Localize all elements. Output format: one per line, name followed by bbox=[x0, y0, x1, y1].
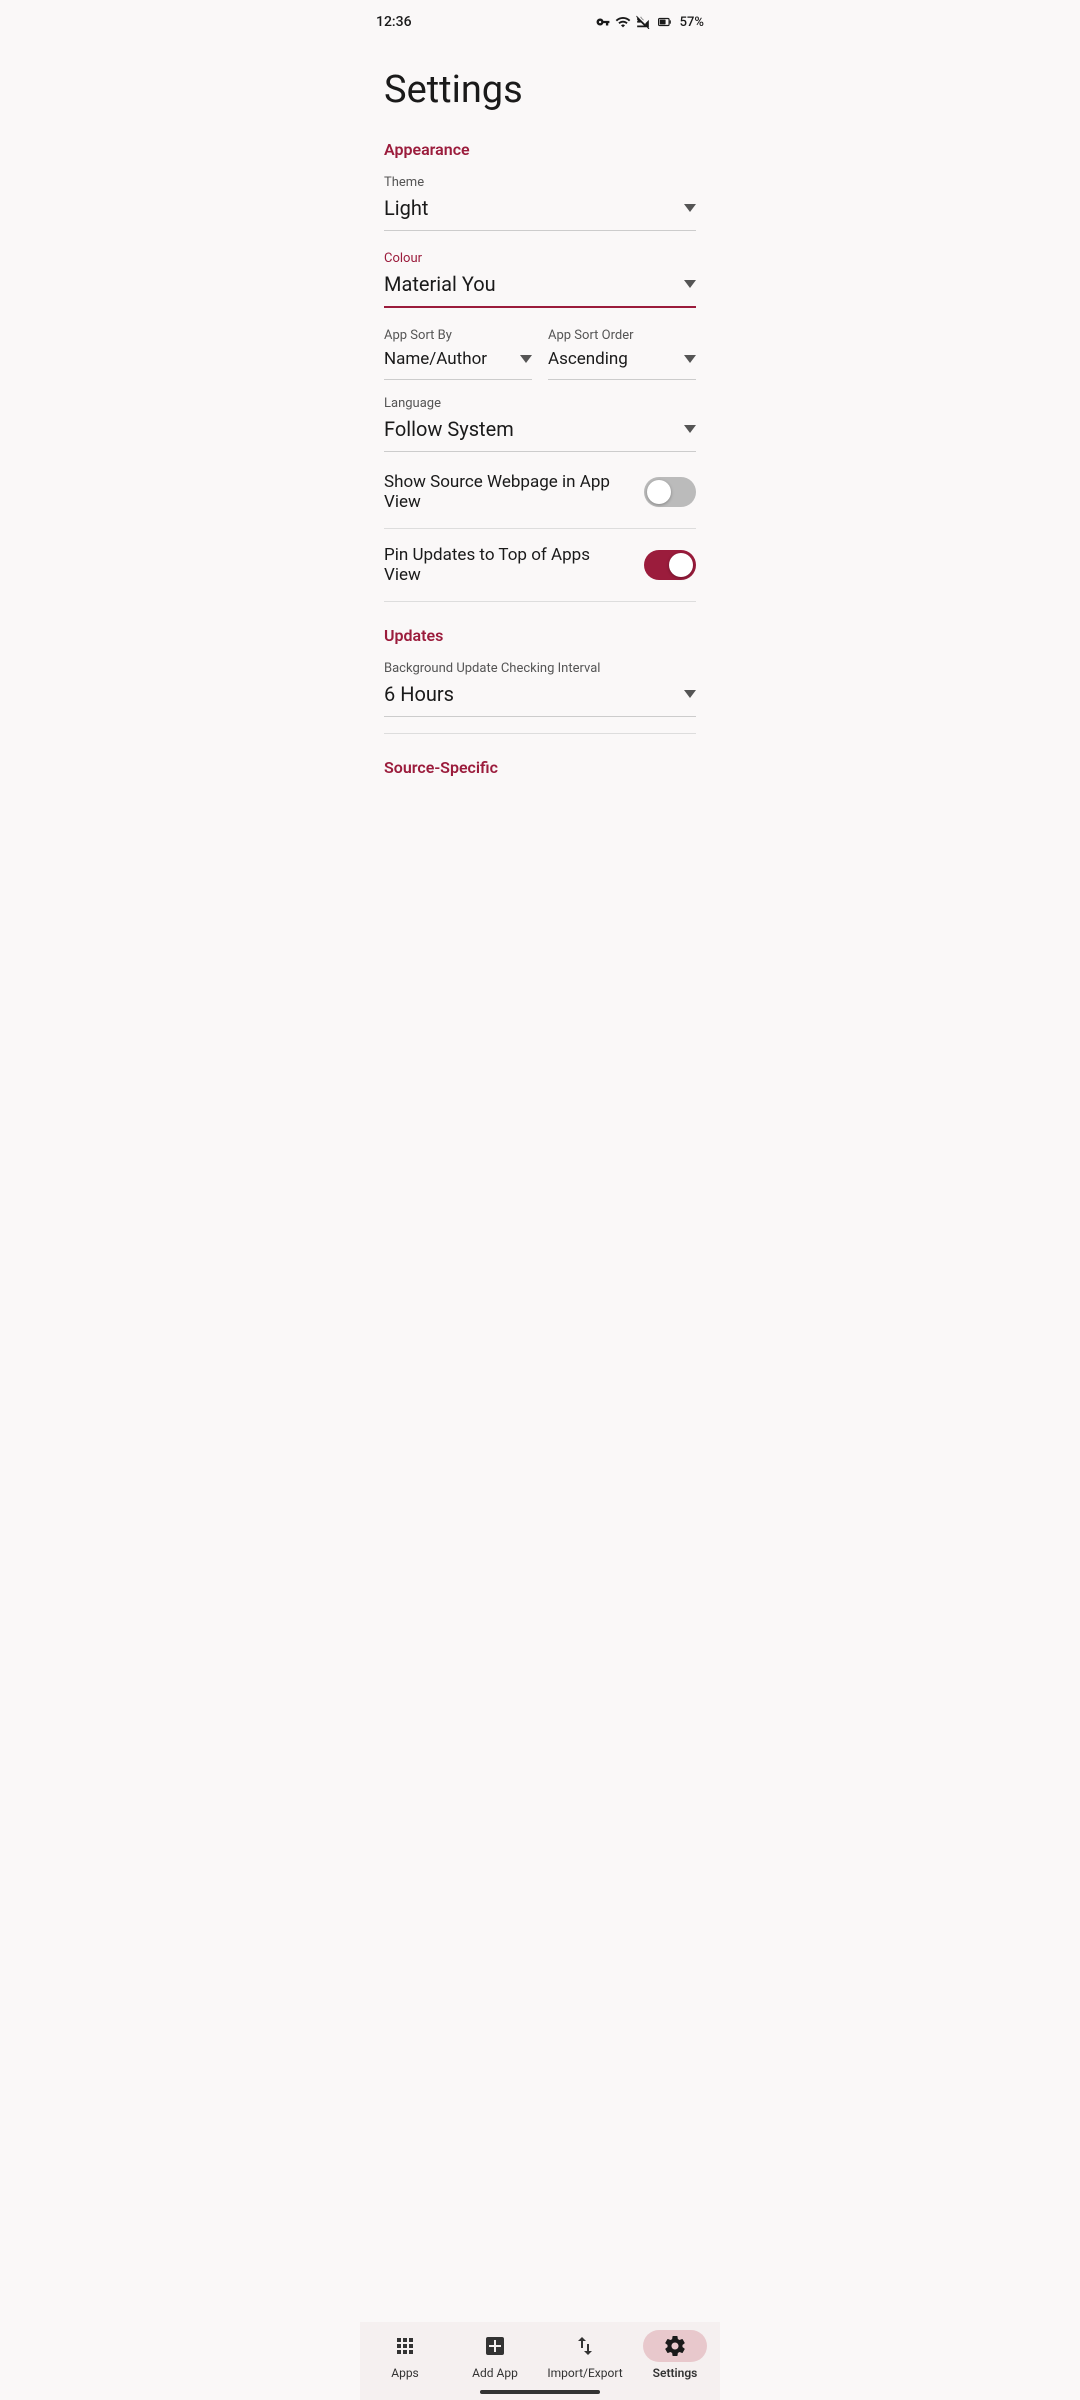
pin-updates-toggle[interactable] bbox=[644, 550, 696, 580]
import-export-icon bbox=[573, 2334, 597, 2358]
settings-icon bbox=[663, 2334, 687, 2358]
nav-apps-bg bbox=[373, 2330, 437, 2362]
bottom-nav: Apps Add App Import/Export Settings bbox=[360, 2322, 720, 2400]
theme-chevron-icon bbox=[684, 204, 696, 212]
show-source-webpage-row: Show Source Webpage in App View bbox=[384, 456, 696, 529]
nav-add-app[interactable]: Add App bbox=[450, 2330, 540, 2380]
appearance-section: Appearance Theme Light Colour Material Y… bbox=[384, 140, 696, 602]
app-sort-by-dropdown[interactable]: Name/Author bbox=[384, 345, 532, 380]
colour-value: Material You bbox=[384, 272, 496, 296]
colour-dropdown[interactable]: Material You bbox=[384, 268, 696, 308]
nav-import-export[interactable]: Import/Export bbox=[540, 2330, 630, 2380]
show-source-webpage-knob bbox=[647, 480, 671, 504]
app-sort-order-setting: App Sort Order Ascending bbox=[548, 328, 696, 380]
vpn-icon bbox=[596, 15, 610, 29]
background-interval-chevron-icon bbox=[684, 690, 696, 698]
nav-import-export-label: Import/Export bbox=[547, 2366, 622, 2380]
nav-settings-bg bbox=[643, 2330, 707, 2362]
updates-section-header: Updates bbox=[384, 626, 696, 645]
apps-icon bbox=[393, 2334, 417, 2358]
wifi-icon bbox=[615, 14, 631, 30]
page-title: Settings bbox=[384, 68, 696, 112]
battery-icon bbox=[655, 15, 675, 29]
nav-apps-label: Apps bbox=[391, 2366, 419, 2380]
nav-add-app-bg bbox=[463, 2330, 527, 2362]
theme-setting: Theme Light bbox=[384, 175, 696, 231]
theme-value: Light bbox=[384, 196, 428, 220]
sort-row: App Sort By Name/Author App Sort Order A… bbox=[384, 328, 696, 380]
home-indicator bbox=[480, 2390, 600, 2394]
pin-updates-label: Pin Updates to Top of Apps View bbox=[384, 545, 644, 585]
language-label: Language bbox=[384, 396, 696, 411]
app-sort-order-label: App Sort Order bbox=[548, 328, 696, 343]
colour-label: Colour bbox=[384, 251, 696, 266]
add-app-icon bbox=[483, 2334, 507, 2358]
updates-section: Updates Background Update Checking Inter… bbox=[384, 626, 696, 734]
source-specific-header: Source-Specific bbox=[384, 758, 696, 777]
language-setting: Language Follow System bbox=[384, 396, 696, 452]
battery-percent: 57% bbox=[680, 15, 704, 30]
status-time: 12:36 bbox=[376, 14, 412, 30]
main-content: Settings Appearance Theme Light Colour M… bbox=[360, 40, 720, 883]
app-sort-by-chevron-icon bbox=[520, 355, 532, 363]
status-bar: 12:36 57% bbox=[360, 0, 720, 40]
signal-icon bbox=[636, 15, 650, 29]
nav-settings[interactable]: Settings bbox=[630, 2330, 720, 2380]
language-value: Follow System bbox=[384, 417, 514, 441]
app-sort-by-value: Name/Author bbox=[384, 349, 487, 369]
app-sort-order-dropdown[interactable]: Ascending bbox=[548, 345, 696, 380]
nav-apps[interactable]: Apps bbox=[360, 2330, 450, 2380]
background-interval-label: Background Update Checking Interval bbox=[384, 661, 696, 676]
theme-dropdown[interactable]: Light bbox=[384, 192, 696, 231]
pin-updates-knob bbox=[669, 553, 693, 577]
colour-chevron-icon bbox=[684, 280, 696, 288]
app-sort-by-setting: App Sort By Name/Author bbox=[384, 328, 532, 380]
app-sort-order-value: Ascending bbox=[548, 349, 628, 369]
status-icons: 57% bbox=[596, 14, 704, 30]
theme-label: Theme bbox=[384, 175, 696, 190]
colour-setting: Colour Material You bbox=[384, 251, 696, 308]
pin-updates-row: Pin Updates to Top of Apps View bbox=[384, 529, 696, 602]
show-source-webpage-toggle[interactable] bbox=[644, 477, 696, 507]
show-source-webpage-label: Show Source Webpage in App View bbox=[384, 472, 644, 512]
nav-add-app-label: Add App bbox=[472, 2366, 518, 2380]
background-interval-value: 6 Hours bbox=[384, 682, 454, 706]
app-sort-by-label: App Sort By bbox=[384, 328, 532, 343]
background-interval-setting: Background Update Checking Interval 6 Ho… bbox=[384, 661, 696, 717]
source-specific-section: Source-Specific bbox=[384, 758, 696, 777]
language-chevron-icon bbox=[684, 425, 696, 433]
nav-import-export-bg bbox=[553, 2330, 617, 2362]
app-sort-order-chevron-icon bbox=[684, 355, 696, 363]
background-interval-dropdown[interactable]: 6 Hours bbox=[384, 678, 696, 717]
nav-settings-label: Settings bbox=[653, 2366, 698, 2380]
language-dropdown[interactable]: Follow System bbox=[384, 413, 696, 452]
appearance-section-header: Appearance bbox=[384, 140, 696, 159]
